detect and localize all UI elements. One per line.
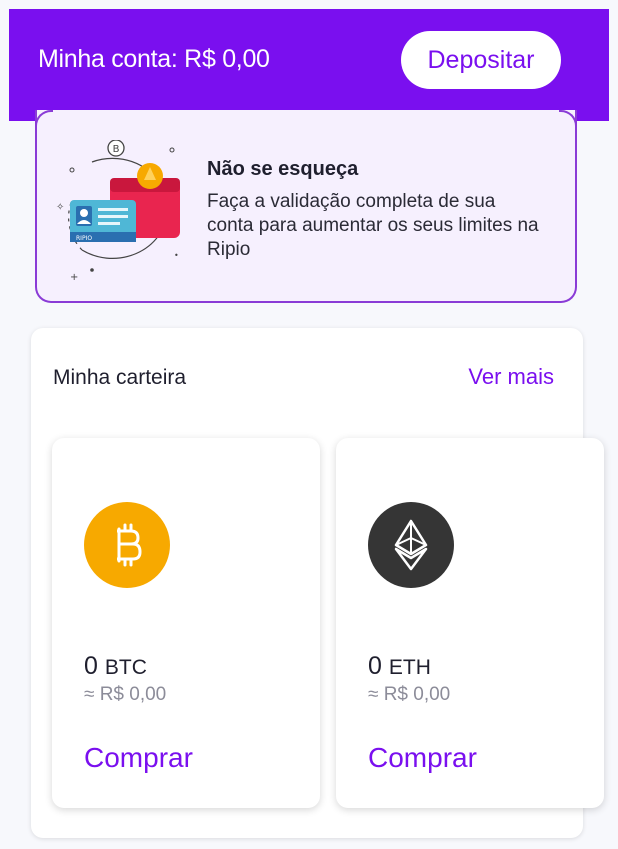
svg-text:•: • <box>174 251 179 260</box>
btc-card[interactable]: 0 BTC ≈ R$ 0,00 Comprar <box>52 438 320 808</box>
eth-fiat-value: ≈ R$ 0,00 <box>368 684 451 705</box>
banner-title: Não se esqueça <box>207 158 359 180</box>
top-bar: Minha conta: R$ 0,00 Depositar <box>9 9 609 121</box>
svg-text:✧: ✧ <box>56 202 64 213</box>
eth-unit: ETH <box>388 656 431 679</box>
btc-amount-value: 0 <box>84 652 98 680</box>
buy-btc-button[interactable]: Comprar <box>84 742 193 774</box>
ethereum-icon <box>368 502 454 588</box>
svg-text:+: + <box>70 272 78 280</box>
account-balance: Minha conta: R$ 0,00 <box>38 45 270 73</box>
bitcoin-icon <box>84 502 170 588</box>
btc-amount: 0 BTC <box>84 652 147 681</box>
eth-amount: 0 ETH <box>368 652 431 681</box>
svg-text:B: B <box>113 144 120 155</box>
banner-text: Faça a validação completa de sua conta p… <box>207 191 539 260</box>
eth-amount-value: 0 <box>368 652 382 680</box>
eth-card[interactable]: 0 ETH ≈ R$ 0,00 Comprar <box>336 438 604 808</box>
see-more-link[interactable]: Ver mais <box>468 364 554 390</box>
btc-unit: BTC <box>104 656 147 679</box>
wallet-title: Minha carteira <box>53 366 187 389</box>
btc-fiat-value: ≈ R$ 0,00 <box>84 684 167 705</box>
validation-banner[interactable]: B ✧ + • RIPIO Não se esqueça Faça a vali… <box>35 110 577 303</box>
buy-eth-button[interactable]: Comprar <box>368 742 477 774</box>
id-card-caption: RIPIO <box>76 235 92 242</box>
deposit-button[interactable]: Depositar <box>401 31 561 89</box>
id-card-wallet-icon: B ✧ + • RIPIO <box>56 140 180 280</box>
